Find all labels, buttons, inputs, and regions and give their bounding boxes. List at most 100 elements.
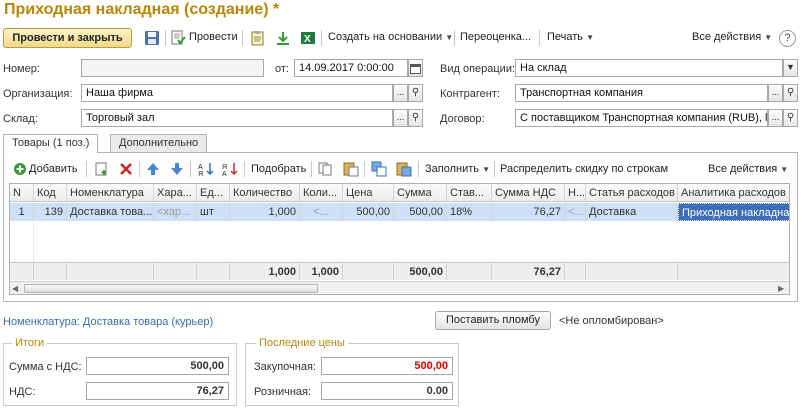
organization-select-button[interactable]: ...	[393, 84, 408, 102]
table-cell[interactable]: Доставка	[586, 203, 678, 221]
sort-asc-icon[interactable]: AЯ	[198, 161, 214, 178]
table-cell[interactable]: 76,27	[492, 203, 565, 221]
arrow-up-icon[interactable]	[146, 162, 160, 176]
copy-icon[interactable]	[318, 162, 332, 176]
clipboard-icon[interactable]	[250, 30, 266, 46]
table-cell-selected[interactable]: Приходная накладная	[678, 203, 789, 221]
scroll-left-icon[interactable]: ◀	[12, 284, 18, 293]
retail-price-label: Розничная:	[254, 386, 312, 398]
number-field[interactable]	[81, 59, 264, 77]
caret-down-icon: ▼	[445, 33, 454, 42]
set-seal-button[interactable]: Поставить пломбу	[435, 311, 551, 330]
counterparty-select-button[interactable]: ...	[768, 84, 783, 102]
tab-goods[interactable]: Товары (1 поз.)	[3, 134, 99, 153]
scroll-right-icon[interactable]: ▶	[778, 284, 784, 293]
sort-desc-icon[interactable]: ЯA	[222, 161, 238, 178]
horizontal-scrollbar[interactable]: ◀ ▶	[10, 281, 789, 294]
nomenclature-link[interactable]: Номенклатура: Доставка товара (курьер)	[3, 316, 213, 328]
table-cell[interactable]: 139	[34, 203, 67, 221]
scrollbar-thumb[interactable]	[24, 284, 318, 293]
vat-label: НДС:	[9, 386, 36, 398]
table-cell[interactable]: <...	[565, 203, 586, 221]
counterparty-field[interactable]: Транспортная компания	[515, 84, 768, 102]
sum-with-vat-label: Сумма с НДС:	[9, 361, 82, 373]
table-cell[interactable]: 1,000	[230, 203, 300, 221]
column-header-quantity[interactable]: Количество	[230, 184, 300, 202]
table-cell[interactable]: 500,00	[394, 203, 447, 221]
warehouse-field[interactable]: Торговый зал	[81, 109, 393, 127]
table-cell[interactable]: шт	[197, 203, 230, 221]
add-button[interactable]: Добавить	[29, 163, 78, 175]
help-button[interactable]: ?	[779, 30, 796, 47]
warehouse-select-button[interactable]: ...	[393, 109, 408, 127]
column-header-expense-item[interactable]: Статья расходов	[586, 184, 678, 202]
organization-field[interactable]: Наша фирма	[81, 84, 393, 102]
table-cell[interactable]: <хар...	[154, 203, 197, 221]
operation-select[interactable]: На склад	[515, 59, 783, 77]
table-footer-cell	[67, 262, 154, 280]
grid-all-actions-menu[interactable]: Все действия ▼	[708, 163, 788, 175]
column-header-n[interactable]: N	[10, 184, 34, 202]
svg-text:X: X	[304, 34, 311, 45]
chevron-down-icon[interactable]: ▼	[783, 59, 798, 77]
all-actions-menu[interactable]: Все действия ▼	[692, 31, 772, 43]
copy-rows-icon[interactable]	[371, 161, 387, 177]
column-header-price[interactable]: Цена	[343, 184, 394, 202]
column-header-nomenclature[interactable]: Номенклатура	[67, 184, 154, 202]
paste-icon[interactable]	[343, 161, 359, 177]
distribute-discount-button[interactable]: Распределить скидку по строкам	[500, 163, 668, 175]
post-doc-icon[interactable]	[170, 30, 186, 46]
date-field[interactable]: 14.09.2017 0:00:00	[294, 59, 408, 77]
download-icon[interactable]	[275, 30, 291, 46]
contract-select-button[interactable]: ...	[768, 109, 783, 127]
table-cell[interactable]: 1	[10, 203, 34, 221]
table-footer-cell	[678, 262, 789, 280]
delete-icon[interactable]	[119, 162, 133, 176]
column-header-vat-sum[interactable]: Сумма НДС	[492, 184, 565, 202]
revaluation-button[interactable]: Переоценка...	[460, 31, 531, 43]
search-icon[interactable]: ⚲	[408, 84, 423, 102]
copy-add-icon[interactable]	[95, 162, 109, 176]
print-label: Печать	[547, 31, 584, 43]
paste-rows-icon[interactable]	[396, 161, 412, 177]
contract-field[interactable]: С поставщиком Транспортная компания (RUB…	[515, 109, 768, 127]
column-header-sum[interactable]: Сумма	[394, 184, 447, 202]
svg-text:Я: Я	[222, 164, 227, 171]
calendar-button[interactable]	[408, 59, 423, 77]
table-footer-cell	[343, 262, 394, 280]
column-header-code[interactable]: Код	[34, 184, 67, 202]
save-icon[interactable]	[144, 30, 160, 46]
purchase-price-field: 500,00	[321, 357, 453, 375]
date-label: от:	[275, 63, 289, 75]
warehouse-label: Склад:	[3, 113, 38, 125]
column-header-characteristic[interactable]: Хара...	[154, 184, 197, 202]
table-cell[interactable]: <...	[300, 203, 343, 221]
table-cell[interactable]: Доставка това...	[67, 203, 154, 221]
search-icon[interactable]: ⚲	[408, 109, 423, 127]
print-menu[interactable]: Печать ▼	[547, 31, 594, 43]
column-header-expense-analytics[interactable]: Аналитика расходов	[678, 184, 789, 202]
column-header-unit[interactable]: Ед...	[197, 184, 230, 202]
fill-menu[interactable]: Заполнить ▼	[425, 163, 490, 175]
window-title: Приходная накладная (создание) *	[4, 1, 280, 18]
tab-additional[interactable]: Дополнительно	[110, 134, 208, 152]
column-header-n2[interactable]: Н...	[565, 184, 586, 202]
arrow-down-icon[interactable]	[170, 162, 184, 176]
column-header-quantity2[interactable]: Коли...	[300, 184, 343, 202]
add-icon[interactable]	[13, 162, 27, 176]
sum-with-vat-field: 500,00	[86, 357, 229, 375]
table-cell[interactable]: 18%	[447, 203, 492, 221]
table-footer-cell	[586, 262, 678, 280]
goods-table[interactable]: N Код Номенклатура Хара... Ед... Количес…	[9, 183, 790, 295]
search-icon[interactable]: ⚲	[783, 84, 798, 102]
table-footer-cell	[154, 262, 197, 280]
excel-icon[interactable]: X	[300, 30, 316, 46]
post-and-close-button[interactable]: Провести и закрыть	[3, 28, 132, 48]
select-items-button[interactable]: Подобрать	[251, 163, 306, 175]
column-header-vat-rate[interactable]: Став...	[447, 184, 492, 202]
table-cell[interactable]: 500,00	[343, 203, 394, 221]
caret-down-icon: ▼	[482, 165, 490, 174]
post-button[interactable]: Провести	[189, 31, 238, 43]
create-based-on-menu[interactable]: Создать на основании ▼	[328, 31, 453, 43]
search-icon[interactable]: ⚲	[783, 109, 798, 127]
